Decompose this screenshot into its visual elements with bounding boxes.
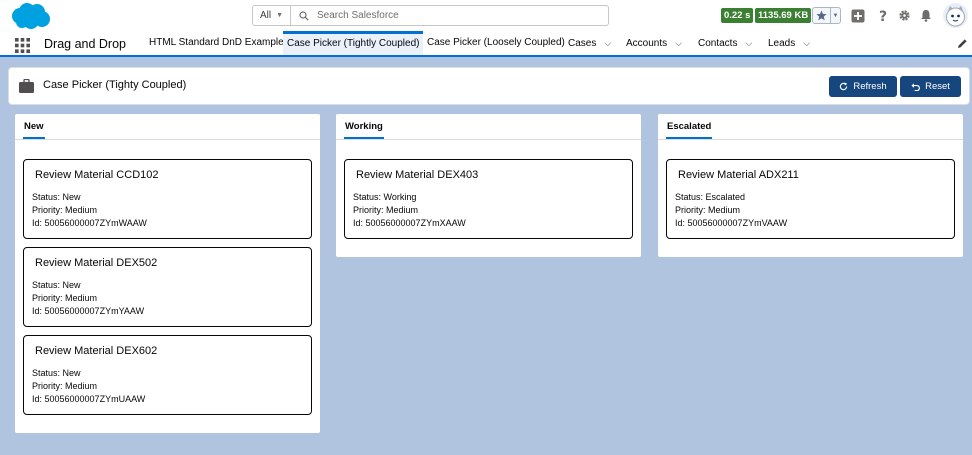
undo-icon (911, 83, 920, 91)
nav-tab-cases[interactable]: Cases ⌵ (568, 31, 611, 55)
refresh-icon (840, 82, 848, 91)
case-status: Status: New (32, 368, 81, 378)
search-scope-dropdown[interactable]: All ▼ (253, 6, 291, 25)
favorites-dropdown-icon[interactable]: ▼ (831, 8, 840, 23)
column-new[interactable]: New Review Material CCD102 Status: New P… (15, 114, 320, 433)
global-header: All ▼ 0.22 s 1135.69 KB ▼ ? (0, 0, 972, 31)
column-divider (658, 139, 963, 140)
nav-tab-label: HTML Standard DnD Example (149, 37, 284, 48)
nav-tab-accounts[interactable]: Accounts ⌵ (626, 31, 682, 55)
column-divider (336, 139, 641, 140)
page-header: Case Picker (Tighty Coupled) Refresh Res… (8, 67, 970, 105)
perf-time-badge: 0.22 s (721, 8, 754, 23)
case-priority: Priority: Medium (32, 381, 98, 391)
case-status: Status: New (32, 280, 81, 290)
chevron-down-icon[interactable]: ⌵ (675, 31, 682, 55)
nav-tab-case-picker-tightly[interactable]: Case Picker (Tightly Coupled) (283, 31, 424, 55)
app-launcher-icon[interactable] (15, 38, 30, 53)
case-card[interactable]: Review Material CCD102 Status: New Prior… (23, 159, 312, 239)
briefcase-icon (19, 79, 34, 93)
case-id: Id: 50056000007ZYmVAAW (675, 218, 788, 228)
case-card[interactable]: Review Material DEX403 Status: Working P… (344, 159, 633, 239)
nav-tab-label: Accounts (626, 38, 668, 49)
case-status: Status: Escalated (675, 192, 746, 202)
chevron-down-icon[interactable]: ⌵ (745, 31, 752, 55)
nav-tab-case-picker-loosely[interactable]: Case Picker (Loosely Coupled) (427, 31, 565, 55)
search-input[interactable] (317, 10, 597, 21)
global-search: All ▼ (252, 5, 609, 26)
setup-gear-icon[interactable] (897, 8, 912, 23)
perf-memory-badge: 1135.69 KB (755, 8, 812, 23)
page-title: Case Picker (Tighty Coupled) (43, 79, 187, 91)
case-title: Review Material DEX502 (35, 257, 158, 269)
case-priority: Priority: Medium (675, 205, 741, 215)
nav-tab-label: Case Picker (Loosely Coupled) (427, 37, 565, 48)
global-actions-icon[interactable] (850, 8, 865, 23)
case-title: Review Material DEX602 (35, 345, 158, 357)
help-icon[interactable]: ? (875, 8, 890, 23)
case-priority: Priority: Medium (353, 205, 419, 215)
reset-button[interactable]: Reset (900, 76, 961, 97)
case-priority: Priority: Medium (32, 293, 98, 303)
case-status: Status: Working (353, 192, 417, 202)
nav-tab-leads[interactable]: Leads ⌵ (768, 31, 810, 55)
case-id: Id: 50056000007ZYmXAAW (353, 218, 466, 228)
nav-tab-html-dnd-example[interactable]: HTML Standard DnD Example (149, 31, 284, 55)
favorites-group: ▼ (812, 7, 841, 24)
case-title: Review Material DEX403 (356, 169, 479, 181)
nav-tab-label: Cases (568, 38, 597, 49)
nav-tab-label: Contacts (698, 38, 738, 49)
favorites-star-icon[interactable] (813, 8, 831, 23)
edit-nav-pencil-icon[interactable] (957, 38, 968, 49)
notifications-bell-icon[interactable] (918, 8, 933, 23)
nav-tab-label: Case Picker (Tightly Coupled) (287, 38, 420, 49)
chevron-down-icon[interactable]: ⌵ (803, 31, 810, 55)
case-id: Id: 50056000007ZYmUAAW (32, 394, 146, 404)
case-title: Review Material ADX211 (678, 169, 799, 181)
chevron-down-icon[interactable]: ⌵ (604, 31, 611, 55)
salesforce-logo-icon[interactable] (9, 2, 51, 30)
astro-avatar-icon (946, 6, 965, 27)
column-escalated[interactable]: Escalated Review Material ADX211 Status:… (658, 114, 963, 257)
column-working[interactable]: Working Review Material DEX403 Status: W… (336, 114, 641, 257)
nav-tab-label: Leads (768, 38, 796, 49)
nav-tab-contacts[interactable]: Contacts ⌵ (698, 31, 752, 55)
caret-down-icon: ▼ (276, 12, 284, 19)
case-priority: Priority: Medium (32, 205, 98, 215)
case-card[interactable]: Review Material DEX502 Status: New Prior… (23, 247, 312, 327)
user-avatar[interactable] (943, 3, 968, 28)
column-tab-escalated[interactable]: Escalated (666, 114, 713, 139)
case-card[interactable]: Review Material DEX602 Status: New Prior… (23, 335, 312, 415)
app-nav-bar: Drag and Drop HTML Standard DnD Example … (0, 31, 972, 57)
case-id: Id: 50056000007ZYmYAAW (32, 306, 145, 316)
case-id: Id: 50056000007ZYmWAAW (32, 218, 147, 228)
case-status: Status: New (32, 192, 81, 202)
case-title: Review Material CCD102 (35, 169, 159, 181)
search-scope-label: All (259, 10, 272, 21)
app-name: Drag and Drop (44, 37, 126, 51)
reset-button-label: Reset (925, 81, 950, 92)
column-tab-working[interactable]: Working (344, 114, 384, 139)
search-icon (291, 10, 317, 21)
refresh-button[interactable]: Refresh (829, 76, 897, 97)
svg-text:?: ? (878, 9, 886, 23)
refresh-button-label: Refresh (853, 81, 887, 92)
column-divider (15, 139, 320, 140)
column-tab-new[interactable]: New (23, 114, 45, 139)
case-card[interactable]: Review Material ADX211 Status: Escalated… (666, 159, 955, 239)
